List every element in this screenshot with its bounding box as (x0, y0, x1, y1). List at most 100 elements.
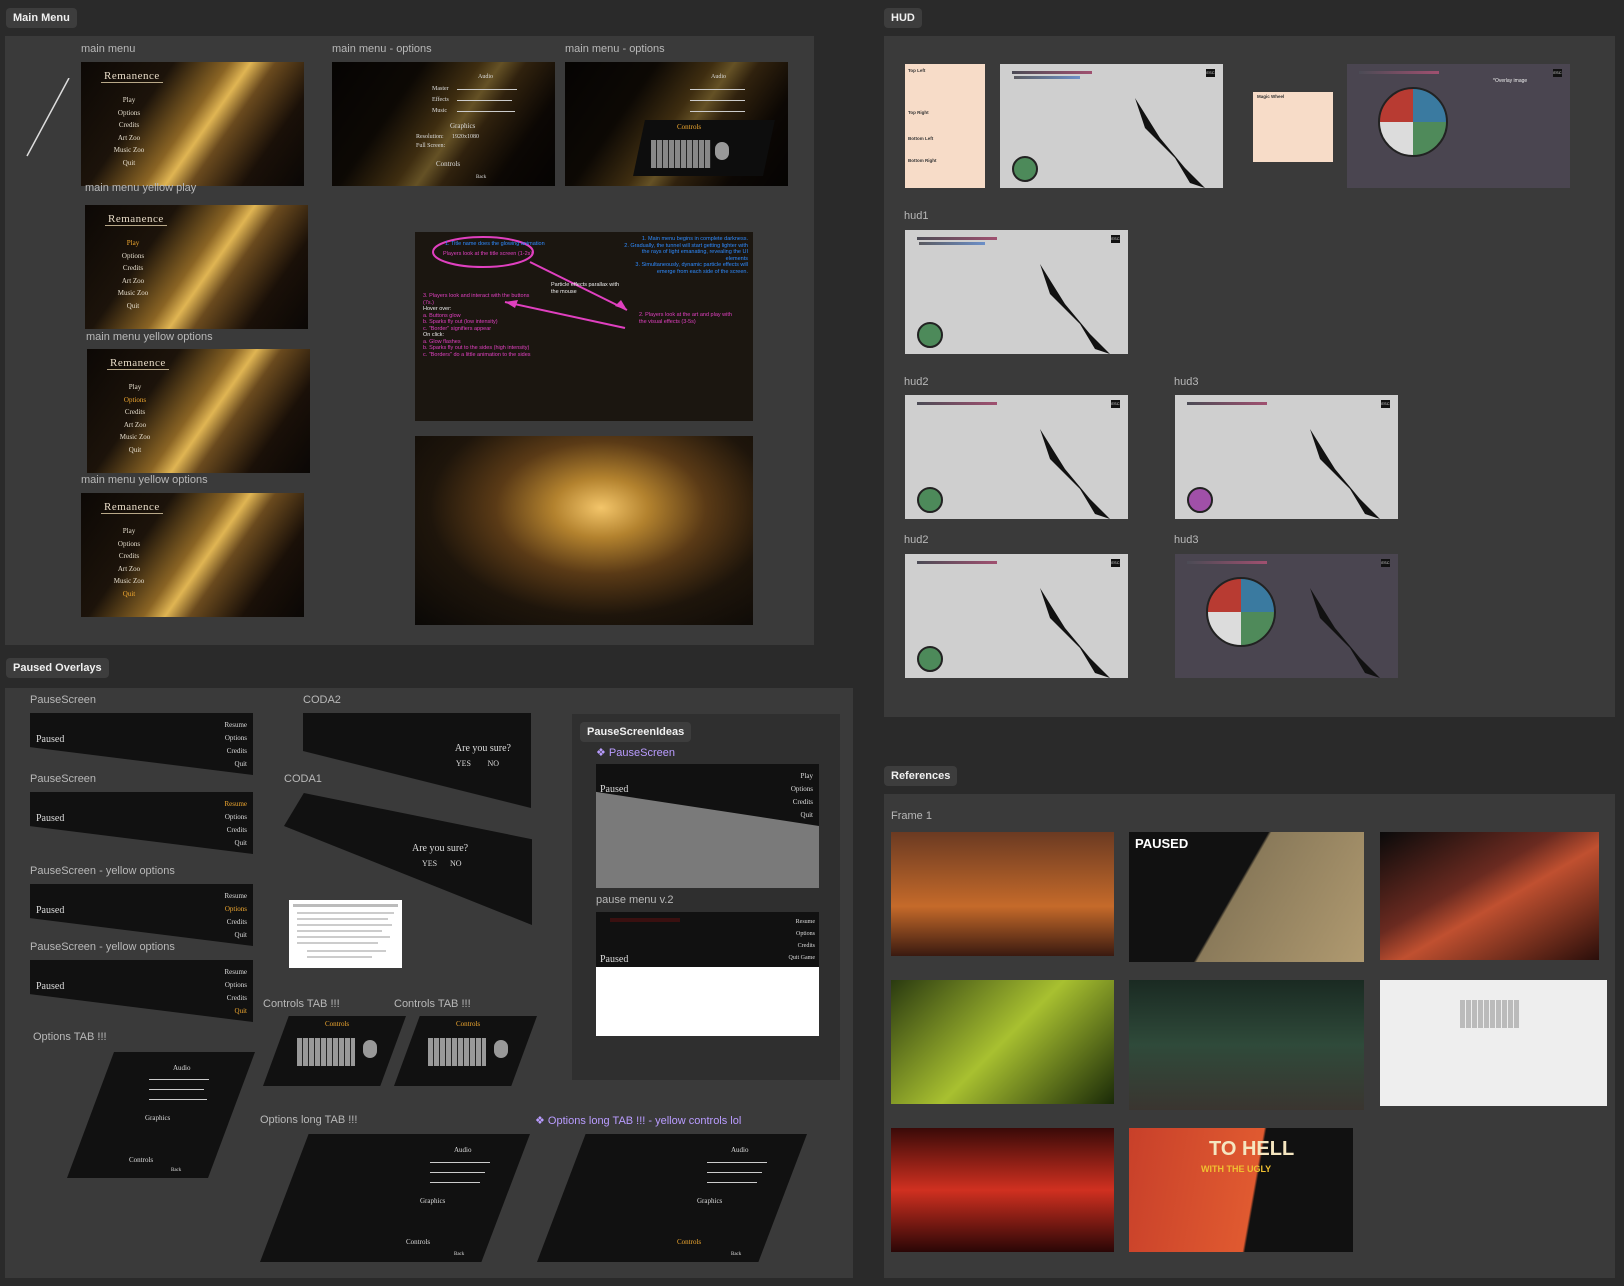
esc-icon[interactable]: ESC (1381, 559, 1390, 567)
menu-item-credits[interactable]: Credits (105, 406, 165, 419)
options2-music-slider[interactable] (690, 111, 745, 112)
hud2a-frame[interactable]: ESC (905, 395, 1128, 519)
yes-button[interactable]: YES (456, 759, 471, 768)
reference-image-4[interactable] (891, 980, 1114, 1104)
options2-master-slider[interactable] (690, 89, 745, 90)
options-controls-label[interactable]: Controls (406, 1238, 430, 1246)
menu-item-music-zoo[interactable]: Music Zoo (99, 144, 159, 157)
v2-item-resume[interactable]: Resume (789, 916, 815, 928)
menu-item-music-zoo[interactable]: Music Zoo (99, 575, 159, 588)
yes-button[interactable]: YES (422, 859, 437, 868)
pause-item-options[interactable]: Options (224, 979, 247, 992)
ideas-item-quit[interactable]: Quit (791, 809, 813, 822)
options-back-label[interactable]: Back (171, 1168, 181, 1173)
menu-item-art-zoo[interactable]: Art Zoo (99, 563, 159, 576)
menu-item-art-zoo[interactable]: Art Zoo (105, 419, 165, 432)
menu-item-credits[interactable]: Credits (99, 119, 159, 132)
options-long-frame[interactable]: Audio Graphics Controls Back (260, 1134, 530, 1262)
music-slider[interactable] (707, 1182, 757, 1183)
menu-item-play[interactable]: Play (105, 381, 165, 394)
frame-yellow-options[interactable]: Remanence Play Options Credits Art Zoo M… (87, 349, 310, 473)
magic-wheel[interactable] (1377, 86, 1449, 158)
menu-item-art-zoo[interactable]: Art Zoo (99, 132, 159, 145)
menu-item-art-zoo[interactable]: Art Zoo (103, 275, 163, 288)
menu-item-music-zoo[interactable]: Music Zoo (105, 431, 165, 444)
controls-tab-1-frame[interactable]: Controls (263, 1016, 406, 1086)
controls-label[interactable]: Controls (325, 1020, 349, 1028)
music-slider[interactable] (430, 1182, 480, 1183)
menu-item-music-zoo[interactable]: Music Zoo (103, 287, 163, 300)
reference-image-2[interactable]: PAUSED (1129, 832, 1364, 962)
master-slider[interactable] (430, 1162, 490, 1163)
options-controls-label[interactable]: Controls (129, 1156, 153, 1164)
pause-item-credits[interactable]: Credits (224, 992, 247, 1005)
section-tag-hud[interactable]: HUD (884, 8, 922, 28)
no-button[interactable]: NO (487, 759, 499, 768)
pause-item-quit[interactable]: Quit (224, 837, 247, 850)
esc-icon[interactable]: ESC (1111, 559, 1120, 567)
reference-image-3[interactable] (1380, 832, 1599, 960)
reference-image-6[interactable] (1380, 980, 1607, 1106)
ideas-item-credits[interactable]: Credits (791, 796, 813, 809)
pause-item-credits[interactable]: Credits (224, 824, 247, 837)
pause-item-options[interactable]: Options (224, 811, 247, 824)
hud1-frame[interactable]: ESC (905, 230, 1128, 354)
frame-yellow-quit[interactable]: Remanence Play Options Credits Art Zoo M… (81, 493, 304, 617)
menu-item-quit[interactable]: Quit (99, 157, 159, 170)
esc-icon[interactable]: ESC (1111, 235, 1120, 243)
controls-tab-2-frame[interactable]: Controls (394, 1016, 537, 1086)
options-resolution-value[interactable]: 1920x1080 (452, 134, 479, 140)
music-slider[interactable] (457, 111, 515, 112)
coda2-frame[interactable]: Are you sure? YES NO (303, 713, 531, 808)
pause-item-credits[interactable]: Credits (224, 745, 247, 758)
pause-item-resume[interactable]: Resume (224, 890, 247, 903)
hud3b-frame[interactable]: ESC (1175, 554, 1398, 678)
options-controls-highlighted[interactable]: Controls (677, 1238, 701, 1246)
effects-slider[interactable] (457, 100, 512, 101)
section-tag-paused-overlays[interactable]: Paused Overlays (6, 658, 109, 678)
no-button[interactable]: NO (450, 859, 462, 868)
hud-annotated-frame[interactable]: ESC (1000, 64, 1223, 188)
menu-item-credits[interactable]: Credits (99, 550, 159, 563)
options2-effects-slider[interactable] (690, 100, 745, 101)
effects-slider[interactable] (430, 1172, 485, 1173)
effects-slider[interactable] (149, 1089, 204, 1090)
v2-item-credits[interactable]: Credits (789, 940, 815, 952)
options-controls-label[interactable]: Controls (436, 160, 460, 168)
pause-item-resume[interactable]: Resume (224, 966, 247, 979)
options-tab-frame[interactable]: Audio Graphics Controls Back (67, 1052, 255, 1178)
pause-item-quit-highlighted[interactable]: Quit (224, 1005, 247, 1018)
menu-item-options-highlighted[interactable]: Options (105, 394, 165, 407)
menu-item-quit[interactable]: Quit (103, 300, 163, 313)
menu-item-options[interactable]: Options (103, 250, 163, 263)
pause-item-options[interactable]: Options (224, 732, 247, 745)
hud3a-frame[interactable]: ESC (1175, 395, 1398, 519)
ideas-item-options[interactable]: Options (791, 783, 813, 796)
pause-frame-1[interactable]: Paused Resume Options Credits Quit (30, 713, 253, 775)
master-slider[interactable] (149, 1079, 209, 1080)
pause-frame-2[interactable]: Paused Resume Options Credits Quit (30, 792, 253, 854)
ideas-item-play[interactable]: Play (791, 770, 813, 783)
options-back-label[interactable]: Back (731, 1252, 741, 1257)
pause-item-credits[interactable]: Credits (224, 916, 247, 929)
menu-item-quit[interactable]: Quit (105, 444, 165, 457)
options-back-label[interactable]: Back (476, 175, 486, 180)
menu-item-play[interactable]: Play (99, 94, 159, 107)
esc-icon[interactable]: ESC (1206, 69, 1215, 77)
reference-image-7[interactable] (891, 1128, 1114, 1252)
pause-v2-frame[interactable]: Paused Resume Options Credits Quit Game (596, 912, 819, 1036)
v2-item-quit-game[interactable]: Quit Game (789, 952, 816, 964)
options-long-yellow-frame[interactable]: Audio Graphics Controls Back (537, 1134, 807, 1262)
pause-item-quit[interactable]: Quit (224, 758, 247, 771)
reference-image-8[interactable]: TO HELL WITH THE UGLY (1129, 1128, 1353, 1252)
pause-item-resume[interactable]: Resume (224, 719, 247, 732)
section-tag-references[interactable]: References (884, 766, 958, 786)
menu-item-credits[interactable]: Credits (103, 262, 163, 275)
esc-icon[interactable]: ESC (1381, 400, 1390, 408)
pause-item-quit[interactable]: Quit (224, 929, 247, 942)
hud-wheel-frame[interactable]: ESC *Overlay image (1347, 64, 1570, 188)
pause-item-resume-highlighted[interactable]: Resume (224, 798, 247, 811)
master-slider[interactable] (457, 89, 517, 90)
options2-controls-label[interactable]: Controls (677, 123, 701, 131)
reference-image-1[interactable] (891, 832, 1114, 956)
